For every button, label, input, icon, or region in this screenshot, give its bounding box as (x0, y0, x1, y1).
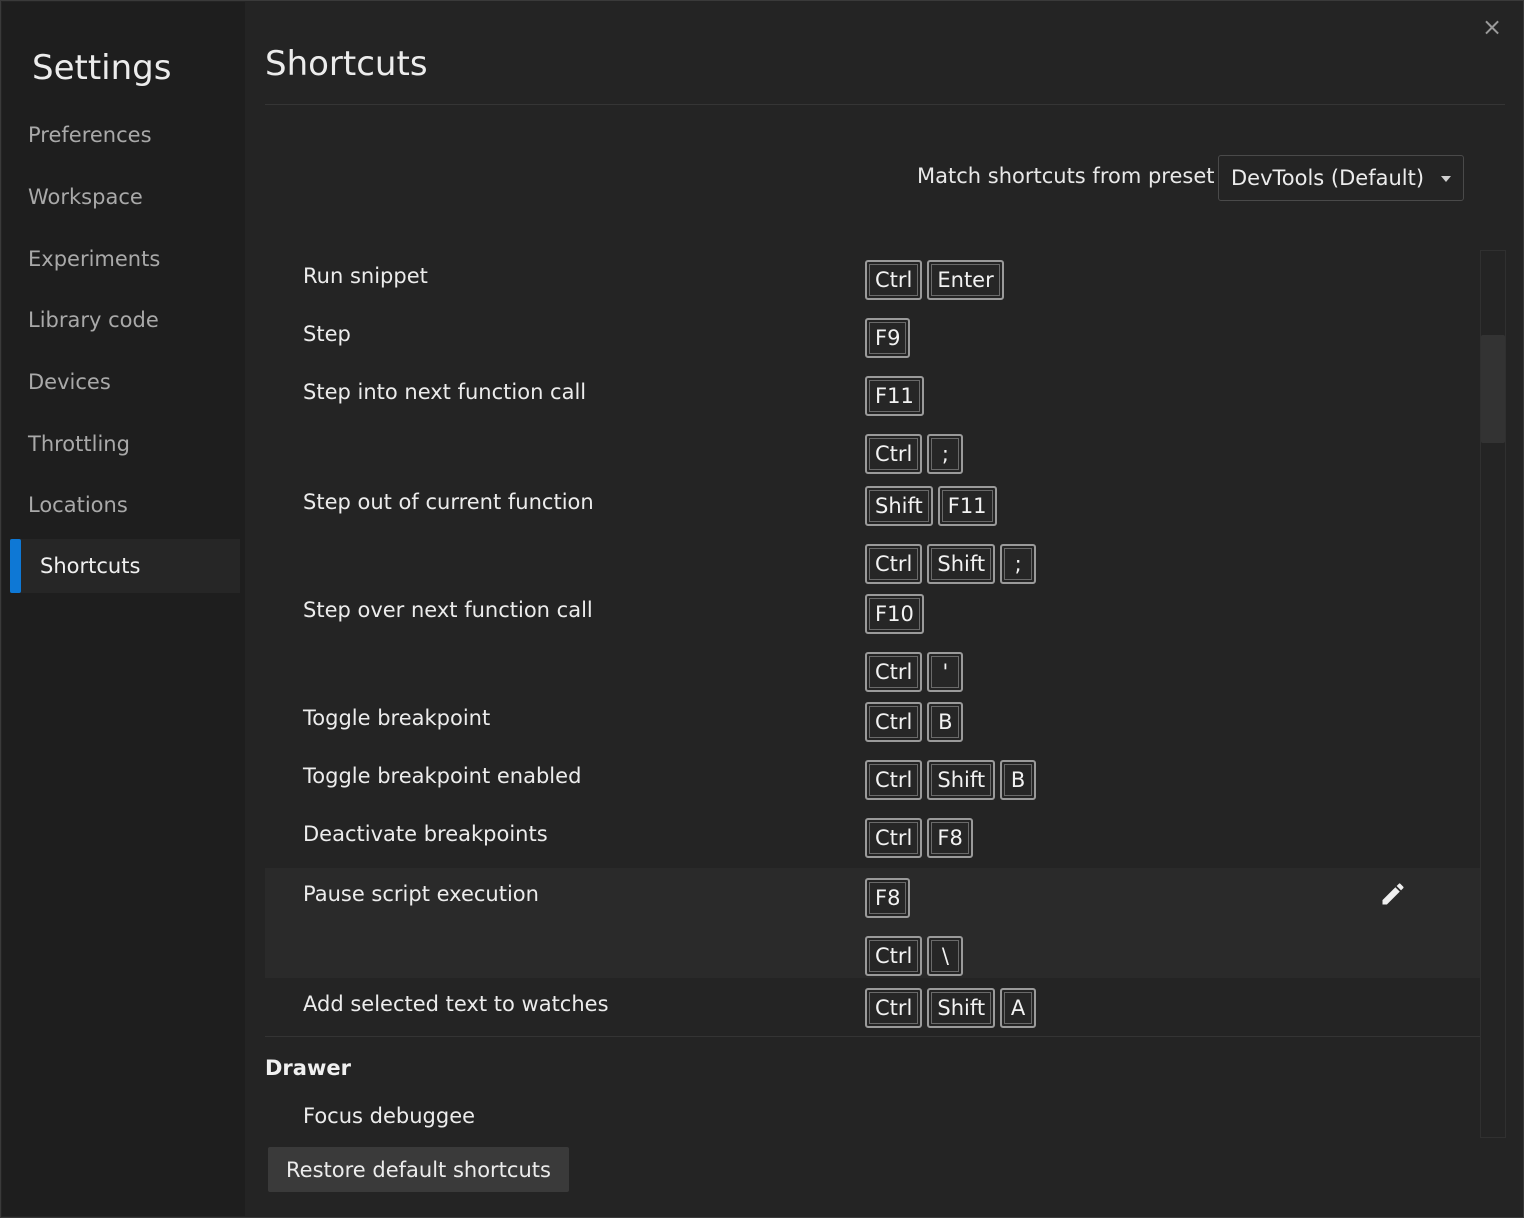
key-cap: F11 (937, 486, 997, 526)
sidebar-item-locations[interactable]: Locations (10, 478, 240, 532)
chevron-down-icon (1441, 176, 1451, 182)
settings-window: Settings Preferences Workspace Experimen… (0, 0, 1524, 1218)
section-title-drawer: Drawer (265, 1056, 351, 1080)
scrollbar-thumb[interactable] (1481, 335, 1505, 443)
sidebar-item-workspace[interactable]: Workspace (10, 170, 240, 224)
settings-sidebar: Settings Preferences Workspace Experimen… (2, 2, 245, 1216)
preset-select[interactable]: DevTools (Default) (1218, 155, 1464, 201)
title-divider (265, 104, 1505, 105)
shortcut-label: Step out of current function (303, 490, 594, 514)
shortcut-label: Run snippet (303, 264, 428, 288)
key-combination: Ctrl Enter (865, 260, 1004, 300)
key-cap: Ctrl (865, 936, 923, 976)
sidebar-item-preferences[interactable]: Preferences (10, 108, 240, 162)
shortcut-label: Step (303, 322, 351, 346)
key-cap: Enter (927, 260, 1004, 300)
key-combination: Shift F11 (865, 486, 997, 526)
shortcut-row[interactable]: Step F9 (265, 308, 1481, 366)
key-cap: Ctrl (865, 702, 923, 742)
shortcut-row[interactable]: Step out of current function Shift F11 Ctrl… (265, 476, 1481, 584)
page-title: Shortcuts (265, 44, 428, 84)
shortcut-row[interactable]: Step into next function call F11 Ctrl; (265, 366, 1481, 476)
key-combination: Ctrl B (865, 702, 964, 742)
close-icon[interactable]: × (1481, 15, 1503, 39)
key-combination: F10 (865, 594, 924, 634)
key-cap: Ctrl (865, 760, 923, 800)
shortcut-row[interactable]: Focus debuggee (265, 1098, 1481, 1146)
sidebar-title: Settings (32, 48, 172, 88)
shortcut-label: Deactivate breakpoints (303, 822, 548, 846)
pencil-icon[interactable] (1379, 880, 1407, 908)
shortcut-label: Add selected text to watches (303, 992, 609, 1016)
key-cap: Shift (927, 988, 996, 1028)
key-cap: F10 (865, 594, 924, 634)
key-combination: Ctrl Shift B (865, 760, 1037, 800)
shortcut-row[interactable]: Toggle breakpoint Ctrl B (265, 692, 1481, 750)
preset-label: Match shortcuts from preset (917, 164, 1215, 188)
key-cap: Ctrl (865, 988, 923, 1028)
section-divider (265, 1036, 1481, 1037)
key-combination: Ctrl F8 (865, 818, 973, 858)
key-combination: Ctrl; (865, 434, 964, 474)
shortcut-label: Step over next function call (303, 598, 593, 622)
key-combination: Ctrl Shift; (865, 544, 1037, 584)
shortcuts-panel: Shortcuts × Match shortcuts from preset … (245, 2, 1523, 1216)
key-cap: A (1000, 988, 1037, 1028)
key-combination: Ctrl Shift A (865, 988, 1037, 1028)
preset-selected-value: DevTools (Default) (1231, 166, 1425, 190)
sidebar-item-experiments[interactable]: Experiments (10, 232, 240, 286)
key-combination: Ctrl ' (865, 652, 964, 692)
key-cap: Ctrl (865, 260, 923, 300)
key-cap: F8 (865, 878, 911, 918)
key-cap: F11 (865, 376, 924, 416)
key-cap: \ (927, 936, 964, 976)
key-cap: B (927, 702, 964, 742)
shortcuts-list: Run snippet Ctrl Enter Step F9 Step into next… (265, 250, 1481, 1140)
shortcut-row[interactable]: Add selected text to watches Ctrl Shift A (265, 978, 1481, 1036)
shortcut-row[interactable]: Step over next function call F10 Ctrl ' (265, 584, 1481, 692)
shortcut-row[interactable]: Toggle breakpoint enabled Ctrl Shift B (265, 750, 1481, 808)
key-cap: Ctrl (865, 652, 923, 692)
key-combination: Ctrl \ (865, 936, 964, 976)
shortcut-row[interactable]: Deactivate breakpoints Ctrl F8 (265, 808, 1481, 868)
key-cap: Shift (865, 486, 933, 526)
sidebar-item-devices[interactable]: Devices (10, 355, 240, 409)
key-cap: F8 (927, 818, 973, 858)
shortcut-label: Pause script execution (303, 882, 539, 906)
sidebar-item-shortcuts[interactable]: Shortcuts (10, 539, 240, 593)
restore-default-shortcuts-button[interactable]: Restore default shortcuts (268, 1147, 569, 1192)
key-cap: Ctrl (865, 544, 923, 584)
shortcut-label: Focus debuggee (303, 1104, 476, 1128)
key-cap: ' (927, 652, 964, 692)
key-cap: F9 (865, 318, 911, 358)
key-combination: F11 (865, 376, 924, 416)
shortcut-row[interactable]: Pause script execution F8 Ctrl \ (265, 868, 1481, 978)
key-cap: Shift (927, 760, 996, 800)
key-cap: B (1000, 760, 1037, 800)
key-cap: Ctrl (865, 818, 923, 858)
sidebar-item-throttling[interactable]: Throttling (10, 417, 240, 471)
shortcut-label: Toggle breakpoint (303, 706, 491, 730)
key-cap: ; (927, 434, 964, 474)
shortcut-row[interactable]: Run snippet Ctrl Enter (265, 250, 1481, 308)
key-combination: F8 (865, 878, 911, 918)
shortcut-label: Step into next function call (303, 380, 587, 404)
key-cap: Ctrl (865, 434, 923, 474)
sidebar-item-library-code[interactable]: Library code (10, 293, 240, 347)
shortcut-label: Toggle breakpoint enabled (303, 764, 582, 788)
key-cap: Shift (927, 544, 996, 584)
key-combination: F9 (865, 318, 911, 358)
key-cap: ; (1000, 544, 1037, 584)
